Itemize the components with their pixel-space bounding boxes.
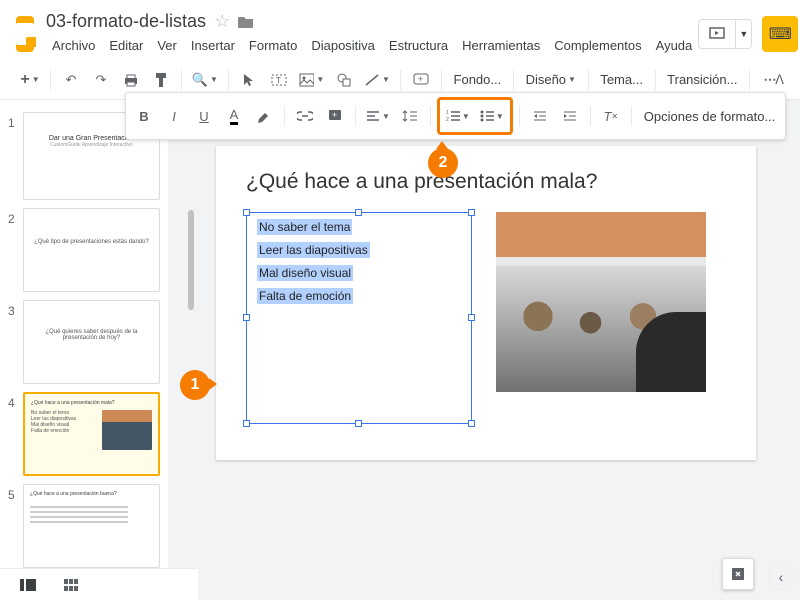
paint-format-button[interactable] — [147, 66, 175, 94]
callout-1: 1 — [180, 370, 210, 400]
bulleted-list-button[interactable]: ▼ — [476, 102, 508, 130]
thumb-image-icon — [102, 410, 152, 450]
explore-button[interactable] — [722, 558, 754, 590]
slide-image[interactable] — [496, 212, 706, 392]
menu-addons[interactable]: Complementos — [548, 34, 647, 57]
shape-tool[interactable] — [330, 66, 358, 94]
slide-thumb-3[interactable]: 3 ¿Qué quieres saber después de la prese… — [0, 296, 168, 388]
thumb-title: ¿Qué hace a una presentación buena? — [30, 491, 153, 497]
thumb-subtitle: CustomGuide Aprendizaje Interactivo — [30, 142, 153, 148]
present-dropdown[interactable]: ▼ — [736, 19, 752, 49]
decrease-indent-button[interactable] — [526, 102, 554, 130]
grid-view-icon[interactable] — [64, 579, 78, 591]
main-area: 1 Dar una Gran Presentación CustomGuide … — [0, 100, 800, 600]
resize-handle[interactable] — [355, 209, 362, 216]
image-tool[interactable]: ▼ — [295, 66, 329, 94]
view-bar — [0, 568, 198, 600]
canvas-area[interactable]: ¿Qué hace a una presentación mala? No sa… — [198, 100, 800, 600]
resize-handle[interactable] — [468, 420, 475, 427]
sidebar-scrollbar[interactable] — [188, 210, 194, 310]
theme-button[interactable]: Tema... — [595, 66, 649, 94]
clear-format-button[interactable]: T✕ — [597, 102, 625, 130]
star-icon[interactable]: ☆ — [214, 11, 230, 32]
menu-view[interactable]: Ver — [151, 34, 183, 57]
callout-2: 2 — [428, 148, 458, 178]
list-item[interactable]: No saber el tema — [257, 219, 352, 235]
text-format-toolbar: B I U A + ▼ 12▼ ▼ T✕ Opciones de formato… — [125, 92, 786, 140]
menu-file[interactable]: Archivo — [46, 34, 101, 57]
filmstrip-view-icon[interactable] — [20, 579, 36, 591]
text-content[interactable]: No saber el tema Leer las diapositivas M… — [257, 219, 461, 311]
list-item[interactable]: Mal diseño visual — [257, 265, 353, 281]
title-area: 03-formato-de-listas ☆ Archivo Editar Ve… — [46, 11, 698, 57]
resize-handle[interactable] — [243, 314, 250, 321]
resize-handle[interactable] — [355, 420, 362, 427]
bold-button[interactable]: B — [130, 102, 158, 130]
numbered-list-button[interactable]: 12▼ — [442, 102, 474, 130]
line-spacing-button[interactable] — [396, 102, 424, 130]
doc-title-row: 03-formato-de-listas ☆ — [46, 11, 698, 32]
redo-button[interactable]: ↷ — [87, 66, 115, 94]
underline-button[interactable]: U — [190, 102, 218, 130]
app-header: 03-formato-de-listas ☆ Archivo Editar Ve… — [0, 0, 800, 60]
format-options-button[interactable]: Opciones de formato... — [638, 102, 782, 130]
app-logo-icon[interactable] — [16, 16, 34, 52]
svg-text:T: T — [276, 76, 281, 85]
slide-panel[interactable]: 1 Dar una Gran Presentación CustomGuide … — [0, 100, 198, 600]
highlight-button[interactable] — [250, 102, 278, 130]
comment-button[interactable]: + — [407, 66, 435, 94]
menu-tools[interactable]: Herramientas — [456, 34, 546, 57]
increase-indent-button[interactable] — [556, 102, 584, 130]
slide-thumb-5[interactable]: 5 ¿Qué hace a una presentación buena? — [0, 480, 168, 572]
resize-handle[interactable] — [468, 209, 475, 216]
transition-button[interactable]: Transición... — [662, 66, 743, 94]
list-item[interactable]: Leer las diapositivas — [257, 242, 370, 258]
menu-arrange[interactable]: Estructura — [383, 34, 454, 57]
background-button[interactable]: Fondo... — [448, 66, 507, 94]
thumb-title: ¿Qué hace a una presentación mala? — [31, 400, 152, 406]
italic-button[interactable]: I — [160, 102, 188, 130]
header-actions: ▼ ⌨ — [698, 16, 800, 52]
undo-button[interactable]: ↶ — [57, 66, 85, 94]
menu-edit[interactable]: Editar — [103, 34, 149, 57]
select-tool[interactable] — [235, 66, 263, 94]
thumb-text: ¿Qué quieres saber después de la present… — [30, 329, 153, 341]
slide-thumb-2[interactable]: 2 ¿Qué tipo de presentaciones estás dand… — [0, 204, 168, 296]
selected-text-box[interactable]: No saber el tema Leer las diapositivas M… — [246, 212, 472, 424]
link-button[interactable] — [291, 102, 319, 130]
list-item[interactable]: Falta de emoción — [257, 288, 353, 304]
menu-help[interactable]: Ayuda — [650, 34, 699, 57]
keyboard-icon[interactable]: ⌨ — [762, 16, 798, 52]
text-color-button[interactable]: A — [220, 102, 248, 130]
slide-canvas[interactable]: ¿Qué hace a una presentación mala? No sa… — [216, 146, 756, 460]
present-button[interactable] — [698, 19, 736, 49]
slide-thumb-4[interactable]: 4 ¿Qué hace a una presentación mala? No … — [0, 388, 168, 480]
svg-text:2: 2 — [446, 117, 449, 122]
document-title[interactable]: 03-formato-de-listas — [46, 11, 206, 32]
scroll-left-icon[interactable]: ‹ — [768, 564, 794, 590]
resize-handle[interactable] — [468, 314, 475, 321]
align-button[interactable]: ▼ — [362, 102, 394, 130]
menu-format[interactable]: Formato — [243, 34, 303, 57]
svg-text:+: + — [418, 74, 423, 84]
print-button[interactable] — [117, 66, 145, 94]
list-buttons-highlight: 12▼ ▼ — [437, 97, 513, 135]
new-slide-button[interactable]: +▼ — [16, 66, 44, 94]
layout-button[interactable]: Diseño▼ — [520, 66, 582, 94]
svg-text:+: + — [332, 110, 337, 120]
textbox-tool[interactable]: T — [265, 66, 293, 94]
zoom-button[interactable]: 🔍▼ — [188, 66, 222, 94]
menu-slide[interactable]: Diapositiva — [305, 34, 381, 57]
resize-handle[interactable] — [243, 420, 250, 427]
folder-icon[interactable] — [238, 15, 254, 29]
slide-title[interactable]: ¿Qué hace a una presentación mala? — [246, 170, 726, 194]
resize-handle[interactable] — [243, 209, 250, 216]
add-comment-button[interactable]: + — [321, 102, 349, 130]
menu-bar: Archivo Editar Ver Insertar Formato Diap… — [46, 34, 698, 57]
menu-insert[interactable]: Insertar — [185, 34, 241, 57]
line-tool[interactable]: ▼ — [360, 66, 394, 94]
collapse-toolbar-icon[interactable]: ᐱ — [775, 72, 784, 88]
thumb-text: ¿Qué tipo de presentaciones estás dando? — [30, 239, 153, 245]
svg-text:1: 1 — [446, 110, 449, 116]
